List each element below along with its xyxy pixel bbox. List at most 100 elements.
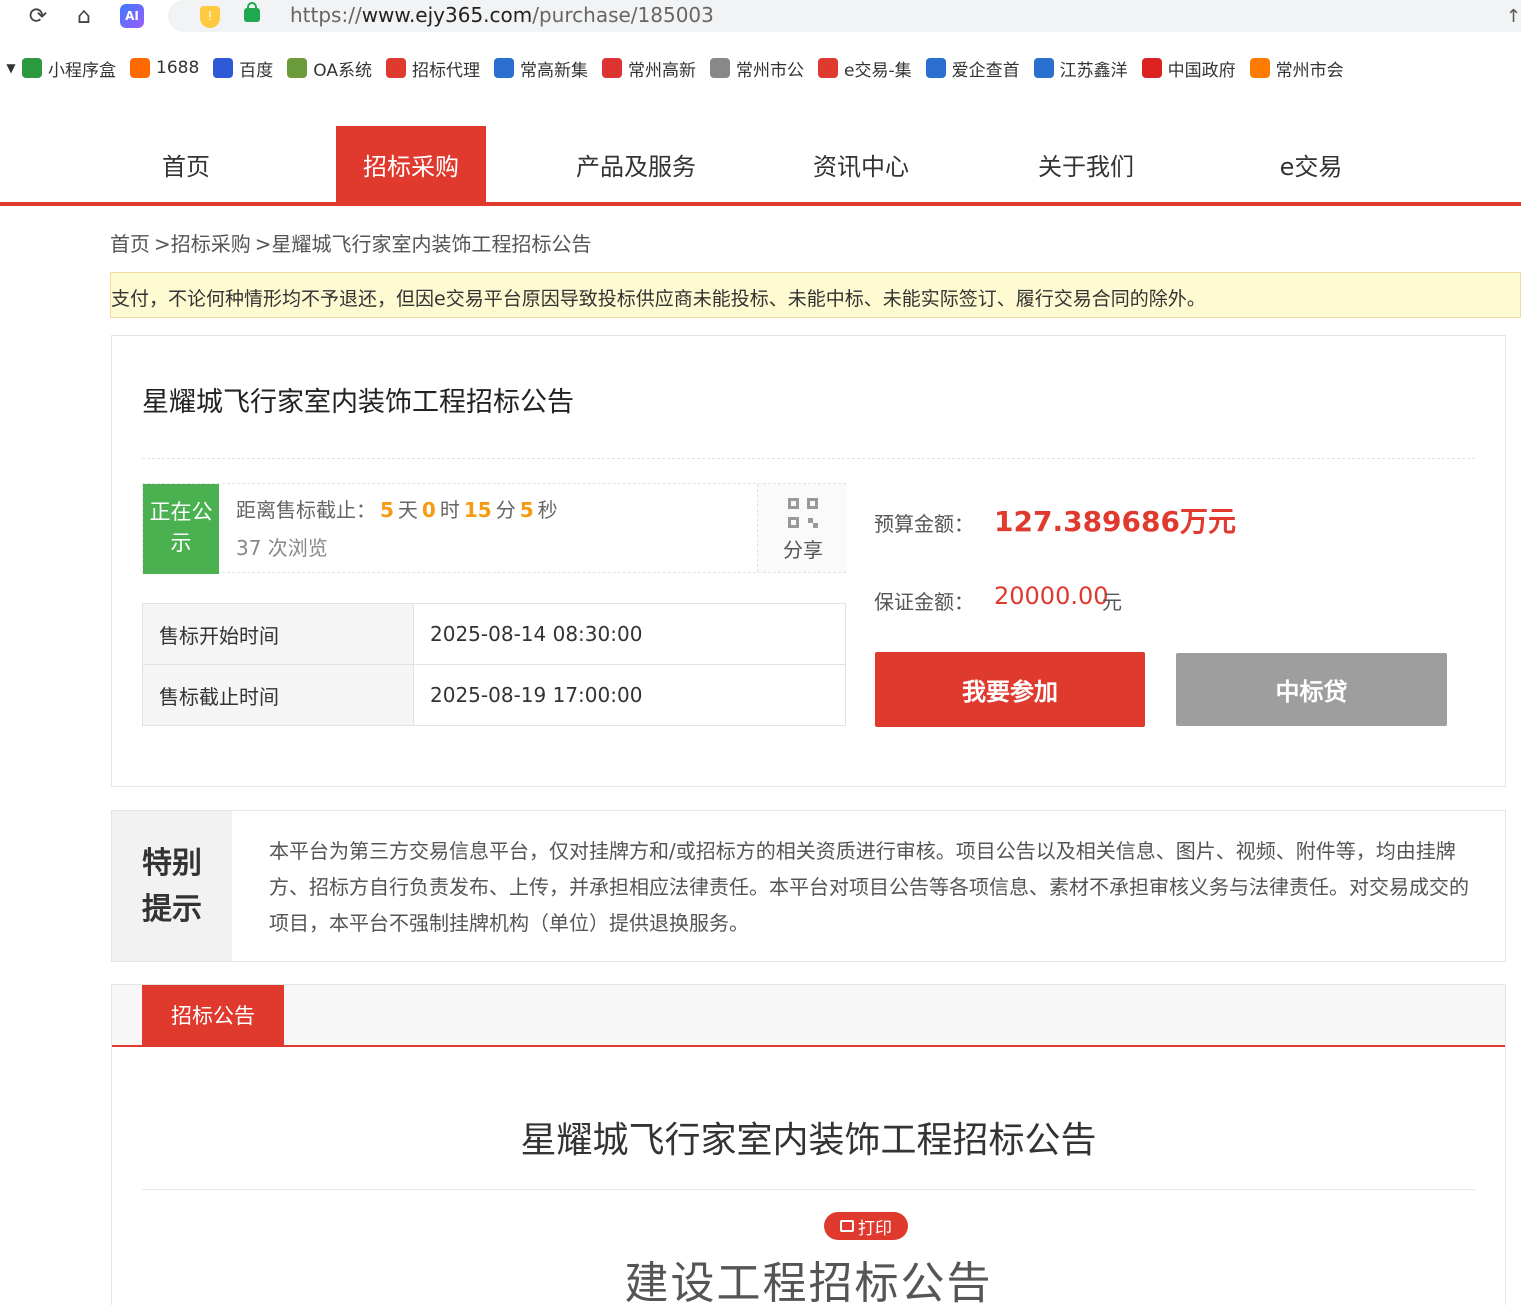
sale-time-table: 售标开始时间 2025-08-14 08:30:00 售标截止时间 2025-0… — [142, 603, 846, 726]
table-row: 售标截止时间 2025-08-19 17:00:00 — [142, 664, 846, 726]
project-title: 星耀城飞行家室内装饰工程招标公告 — [142, 387, 574, 418]
bookmark-item[interactable]: 江苏鑫洋 — [1033, 48, 1128, 88]
divider — [142, 458, 1475, 459]
sun-icon — [1249, 58, 1270, 78]
budget-label: 预算金额： — [874, 512, 974, 536]
bookmark-label: 百度 — [239, 60, 274, 81]
days-unit: 天 — [397, 498, 418, 522]
breadcrumb-bidding[interactable]: >招标采购 — [154, 232, 251, 256]
shield-icon — [22, 58, 42, 78]
share-button[interactable]: 分享 — [757, 484, 847, 572]
printer-icon — [840, 1220, 854, 1232]
bookmark-item[interactable]: e交易-集 — [817, 48, 912, 88]
deposit-label: 保证金额： — [874, 590, 974, 614]
bookmark-item[interactable]: OA系统 — [287, 48, 372, 88]
breadcrumb-current: >星耀城飞行家室内装饰工程招标公告 — [254, 232, 592, 256]
url-text[interactable]: https://www.ejy365.com/purchase/185003 — [290, 3, 714, 27]
bookmark-label: 1688 — [156, 58, 200, 78]
countdown-seconds: 5 — [519, 498, 534, 522]
announcement-section: 招标公告 星耀城飞行家室内装饰工程招标公告 打印 建设工程招标公告 — [111, 984, 1506, 1309]
budget-row: 预算金额： 127.389686万元 — [874, 505, 1236, 538]
lock-icon[interactable] — [244, 2, 260, 22]
status-badge: 正在公示 — [143, 484, 219, 574]
bookmark-item[interactable]: 百度 — [213, 48, 273, 88]
sale-end-label: 售标截止时间 — [142, 664, 414, 726]
bookmark-item[interactable]: 爱企查首 — [925, 48, 1020, 88]
emblem-icon — [601, 58, 622, 78]
nav-home[interactable]: 首页 — [111, 126, 261, 202]
print-label: 打印 — [858, 1218, 892, 1239]
status-panel: 正在公示 距离售标截止： 5 天 0 时 15 分 5 秒 37 次浏览 分享 — [142, 483, 847, 574]
sale-start-label: 售标开始时间 — [142, 603, 414, 665]
aiqicha-icon — [925, 58, 946, 78]
bookmark-item[interactable]: 常高新集 — [493, 48, 588, 88]
pdf-icon — [385, 58, 406, 78]
seconds-unit: 秒 — [537, 498, 558, 522]
bid-loan-button[interactable]: 中标贷 — [1176, 653, 1447, 726]
qrcode-icon — [788, 498, 818, 528]
sale-start-value: 2025-08-14 08:30:00 — [413, 603, 846, 665]
view-count: 37 次浏览 — [236, 536, 328, 560]
bookmark-item[interactable]: 常州市会 — [1249, 48, 1344, 88]
bookmark-item[interactable]: 常州市公 — [709, 48, 804, 88]
table-row: 售标开始时间 2025-08-14 08:30:00 — [142, 603, 846, 665]
sale-end-value: 2025-08-19 17:00:00 — [413, 664, 846, 726]
breadcrumb: 首页 >招标采购 >星耀城飞行家室内装饰工程招标公告 — [110, 228, 596, 257]
nav-about-us[interactable]: 关于我们 — [1011, 126, 1161, 202]
breadcrumb-home[interactable]: 首页 — [110, 232, 150, 256]
tip-label-line2: 提示 — [142, 892, 202, 927]
print-button[interactable]: 打印 — [824, 1212, 908, 1240]
nav-e-trade[interactable]: e交易 — [1236, 126, 1386, 202]
deposit-unit: 元 — [1102, 590, 1122, 614]
document-title: 建设工程招标公告 — [624, 1258, 993, 1309]
bookmark-label: 小程序盒 — [48, 60, 116, 81]
ai-assistant-icon[interactable]: AI — [120, 4, 144, 28]
bookmark-label: OA系统 — [313, 60, 372, 81]
reload-icon[interactable]: ⟳ — [24, 2, 52, 30]
bookmark-item[interactable]: 小程序盒 — [22, 48, 116, 88]
bookmark-item[interactable]: 招标代理 — [385, 48, 480, 88]
bookmark-label: 常州市会 — [1275, 60, 1344, 81]
nav-products-services[interactable]: 产品及服务 — [561, 126, 711, 202]
deposit-row: 保证金额： 20000.00 元 — [874, 582, 1122, 615]
nav-bidding-purchase[interactable]: 招标采购 — [336, 126, 486, 202]
countdown-hours: 0 — [421, 498, 436, 522]
share-label: 分享 — [783, 538, 823, 562]
countdown-minutes: 15 — [463, 498, 492, 522]
bookmark-label: 常州市公 — [735, 60, 804, 81]
bookmark-label: 爱企查首 — [951, 60, 1020, 81]
bookmark-label: 招标代理 — [411, 60, 480, 81]
baidu-paw-icon — [213, 58, 234, 78]
nav-news-center[interactable]: 资讯中心 — [786, 126, 936, 202]
minutes-unit: 分 — [495, 498, 516, 522]
join-button[interactable]: 我要参加 — [875, 652, 1145, 727]
bookmark-label: 常高新集 — [519, 60, 588, 81]
notice-text: 支付，不论何种情形均不予退还，但因e交易平台原因导致投标供应商未能投标、未能中标… — [111, 288, 1206, 310]
divider — [142, 1189, 1475, 1190]
bookmark-item[interactable]: 1688 — [130, 48, 199, 88]
bookmarks-bar: ▼ 小程序盒 1688 百度 OA系统 招标代理 常高新集 常州高新 常州市公 e交易-集 爱企查… — [0, 48, 1521, 88]
caret-down-icon[interactable]: ▼ — [0, 61, 22, 75]
tip-label-line1: 特别 — [142, 846, 202, 881]
countdown-label: 距离售标截止： — [236, 498, 376, 522]
countdown-days: 5 — [380, 498, 394, 522]
bookmark-label: 江苏鑫洋 — [1059, 60, 1128, 81]
national-emblem-icon — [1141, 58, 1162, 78]
bookmark-label: 中国政府 — [1167, 60, 1236, 81]
bookmark-label: e交易-集 — [843, 60, 912, 81]
announcement-tabs: 招标公告 — [112, 985, 1505, 1047]
announcement-title: 星耀城飞行家室内装饰工程招标公告 — [520, 1120, 1097, 1161]
security-shield-icon[interactable]: ! — [200, 6, 220, 28]
bookmark-item[interactable]: 中国政府 — [1141, 48, 1236, 88]
site-nav: 首页 招标采购 产品及服务 资讯中心 关于我们 e交易 — [0, 126, 1521, 206]
home-icon[interactable]: ⌂ — [70, 2, 98, 30]
at-icon — [1033, 58, 1054, 78]
bookmark-item[interactable]: 常州高新 — [601, 48, 696, 88]
tab-bidding-announcement[interactable]: 招标公告 — [142, 985, 284, 1045]
tip-text: 本平台为第三方交易信息平台，仅对挂牌方和/或招标方的相关资质进行审核。项目公告以… — [269, 839, 1469, 935]
bookmark-label: 常州高新 — [627, 60, 696, 81]
hours-unit: 时 — [439, 498, 460, 522]
project-card: 星耀城飞行家室内装饰工程招标公告 正在公示 距离售标截止： 5 天 0 时 15 分 5 秒 3… — [111, 335, 1506, 787]
oa-icon — [287, 58, 308, 78]
arrow-up-icon[interactable]: ↑ — [1506, 6, 1521, 27]
